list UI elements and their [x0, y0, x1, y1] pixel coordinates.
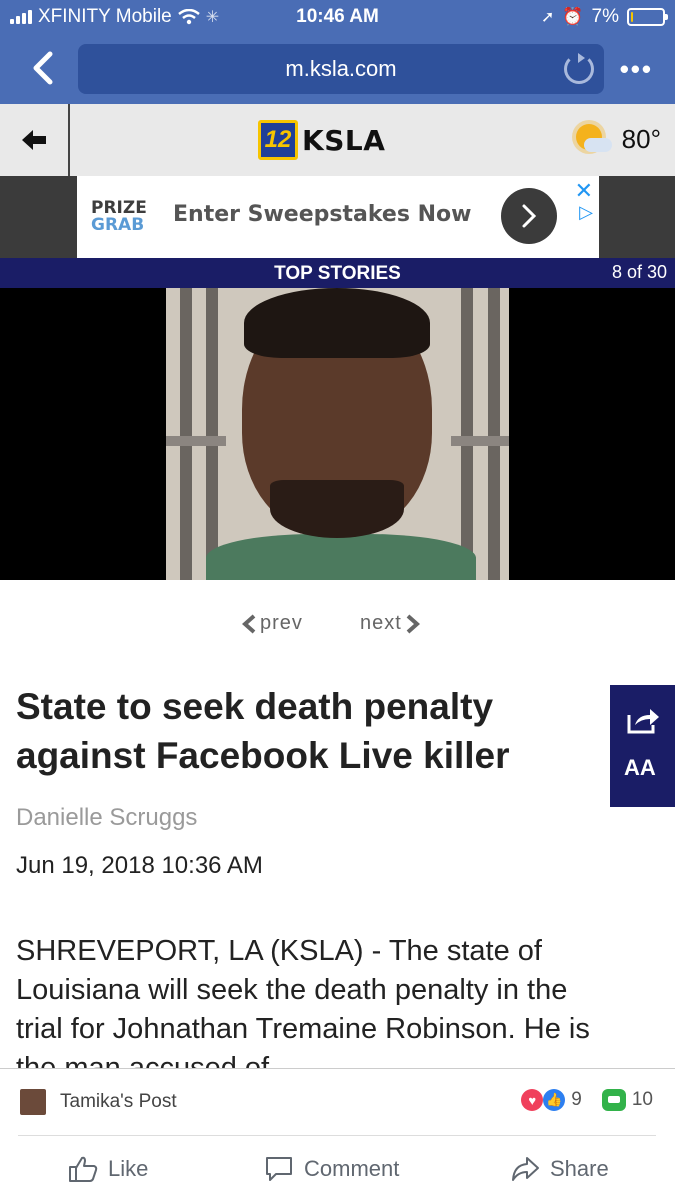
reaction-summary[interactable]: ♥ 👍 9 10 [521, 1089, 653, 1111]
logo-number: 12 [258, 120, 298, 160]
article-date: Jun 19, 2018 10:36 AM [16, 852, 263, 879]
url-text: m.ksla.com [285, 56, 397, 81]
ad-banner[interactable]: PRIZE GRAB Enter Sweepstakes Now ✕ ▷ [77, 176, 599, 258]
arrow-left-icon [22, 130, 46, 150]
location-icon: ➚ [540, 9, 555, 26]
comment-icon [266, 1157, 292, 1181]
battery-icon [627, 8, 668, 26]
adchoices-icon[interactable]: ▷ [579, 202, 593, 223]
chevron-right-icon [522, 204, 537, 228]
reactions-count: 9 [571, 1089, 582, 1110]
divider [18, 1135, 656, 1136]
ad-text: Enter Sweepstakes Now [173, 202, 472, 227]
comments-count: 10 [631, 1089, 653, 1110]
reload-icon[interactable] [564, 53, 594, 84]
address-bar[interactable]: m.ksla.com [78, 44, 604, 94]
prev-link[interactable]: prev [242, 612, 303, 635]
share-icon [512, 1157, 539, 1181]
status-bar: XFINITY Mobile ✳ 10:46 AM ➚ ⏰ 7% [0, 0, 675, 34]
story-pager: prev next [0, 612, 675, 642]
article-headline: State to seek death penalty against Face… [16, 686, 510, 776]
partly-sunny-icon [572, 122, 612, 156]
more-icon[interactable]: ••• [620, 54, 653, 85]
weather-widget[interactable]: 80° [572, 122, 661, 156]
site-header: 12 KSLA 80° [0, 104, 675, 176]
ad-band: PRIZE GRAB Enter Sweepstakes Now ✕ ▷ [0, 176, 675, 258]
share-arrow-icon[interactable] [626, 705, 660, 735]
comment-count-icon [601, 1089, 626, 1111]
ksla-logo[interactable]: 12 KSLA [258, 120, 385, 160]
top-stories-bar: TOP STORIES 8 of 30 [0, 258, 675, 288]
top-stories-title: TOP STORIES [274, 263, 401, 284]
ad-go-button[interactable] [501, 188, 557, 244]
browser-toolbar: m.ksla.com ••• [0, 34, 675, 104]
next-link[interactable]: next [360, 612, 420, 635]
article-author[interactable]: Danielle Scruggs [16, 804, 197, 832]
post-actions: Like Comment Share [0, 1155, 675, 1185]
chevron-right-icon [406, 614, 420, 633]
battery-percent: 7% [591, 6, 619, 27]
temperature: 80° [621, 123, 661, 154]
thumbs-up-icon [69, 1156, 98, 1182]
story-photo-frame [0, 288, 675, 580]
back-chevron-icon[interactable] [26, 48, 60, 88]
chevron-left-icon [242, 614, 256, 633]
site-back-button[interactable] [0, 104, 70, 176]
avatar[interactable] [20, 1089, 46, 1115]
share-button[interactable]: Share [510, 1155, 609, 1183]
story-counter: 8 of 30 [611, 262, 667, 282]
facebook-post-bar: Tamika's Post ♥ 👍 9 10 Like Comment Shar… [0, 1069, 675, 1200]
love-reaction-icon: ♥ [521, 1089, 544, 1111]
text-size-button[interactable]: AA [624, 755, 656, 781]
article-body: SHREVEPORT, LA (KSLA) - The state of Lou… [16, 935, 590, 1068]
ad-close-icon[interactable]: ✕ [575, 178, 593, 204]
like-reaction-icon: 👍 [543, 1089, 566, 1111]
logo-name: KSLA [302, 123, 386, 157]
article-tools: AA [610, 685, 675, 807]
post-owner[interactable]: Tamika's Post [60, 1091, 177, 1113]
alarm-icon: ⏰ [562, 7, 584, 26]
comment-button[interactable]: Comment [264, 1155, 399, 1183]
like-button[interactable]: Like [68, 1155, 148, 1183]
mugshot-photo[interactable] [166, 288, 509, 580]
prize-grab-logo: PRIZE GRAB [91, 198, 147, 235]
